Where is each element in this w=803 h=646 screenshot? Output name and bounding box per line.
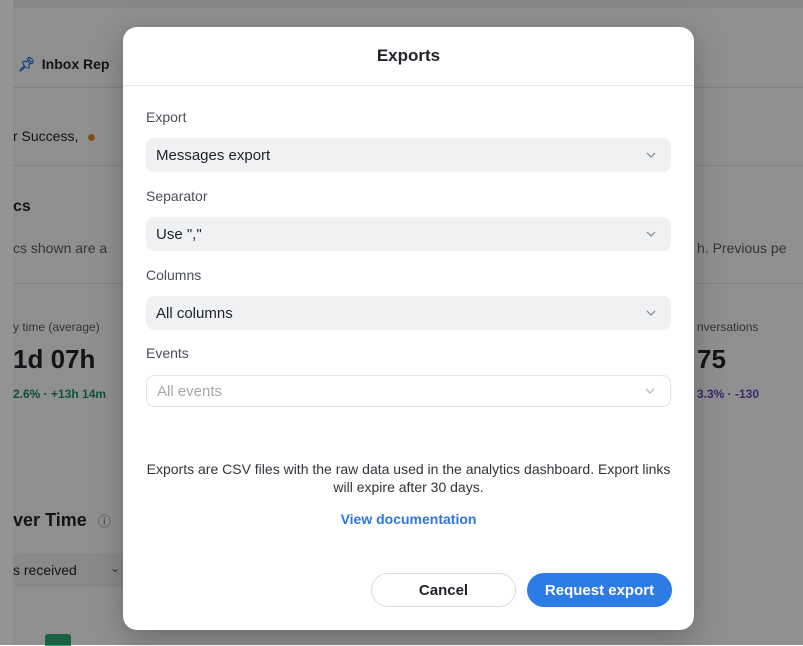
chevron-down-icon bbox=[640, 381, 660, 401]
events-label: Events bbox=[146, 345, 189, 361]
chevron-down-icon bbox=[641, 224, 661, 244]
separator-label: Separator bbox=[146, 188, 208, 204]
columns-label: Columns bbox=[146, 267, 202, 283]
request-export-button[interactable]: Request export bbox=[527, 573, 672, 607]
export-select[interactable]: Messages export bbox=[146, 138, 671, 172]
view-documentation-link[interactable]: View documentation bbox=[146, 511, 671, 527]
columns-select-value: All columns bbox=[156, 304, 233, 322]
columns-select[interactable]: All columns bbox=[146, 296, 671, 330]
events-select[interactable]: All events bbox=[146, 375, 671, 407]
export-select-value: Messages export bbox=[156, 146, 271, 164]
chevron-down-icon bbox=[641, 145, 661, 165]
export-label: Export bbox=[146, 109, 187, 125]
chevron-down-icon bbox=[641, 303, 661, 323]
separator-select[interactable]: Use "," bbox=[146, 217, 671, 251]
modal-header: Exports bbox=[123, 27, 694, 86]
modal-title: Exports bbox=[376, 46, 441, 65]
exports-modal: Exports Export Messages export Separator… bbox=[123, 27, 694, 630]
export-info-text: Exports are CSV files with the raw data … bbox=[146, 461, 671, 495]
events-select-placeholder: All events bbox=[157, 382, 223, 400]
cancel-button[interactable]: Cancel bbox=[371, 573, 516, 607]
separator-select-value: Use "," bbox=[156, 225, 202, 243]
